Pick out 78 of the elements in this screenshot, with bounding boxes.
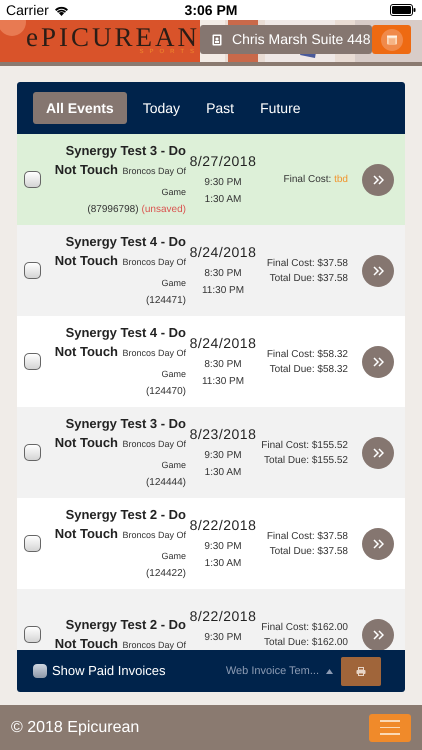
print-button[interactable] [341,656,381,686]
row-checkbox[interactable] [24,171,41,188]
start-time: 8:30 PM [204,267,242,281]
show-paid-label: Show Paid Invoices [52,662,166,680]
event-date: 8/23/2018 [190,425,256,444]
battery-icon [390,4,416,16]
start-time: 8:30 PM [204,358,242,372]
calendar-button[interactable] [372,25,411,54]
filter-tab[interactable]: Today [132,92,190,124]
caret-icon [326,668,333,674]
row-checkbox[interactable] [24,353,41,370]
cost-line: Final Cost: $162.00 [261,620,348,634]
cost-line: Final Cost: $37.58 [266,530,348,544]
event-number: (87996798) [87,203,139,217]
open-event-button[interactable] [362,436,394,468]
open-event-button[interactable] [362,528,394,560]
event-number: (124470) [146,385,186,399]
event-heading: Synergy Test 3 - Do Not Touch Broncos Day Of Game [54,415,186,472]
open-event-button[interactable] [362,164,394,196]
end-time: 11:30 PM [202,284,244,298]
double-chevron-icon [372,448,384,458]
event-heading: Synergy Test 3 - Do Not Touch Broncos Day Of Game [54,142,186,199]
cost-line: Total Due: $37.58 [270,544,348,558]
row-checkbox[interactable] [24,444,41,461]
double-chevron-icon [372,174,384,184]
filter-tab[interactable]: Past [196,92,244,124]
open-event-button[interactable] [362,346,394,378]
event-date: 8/24/2018 [190,334,256,353]
open-event-button[interactable] [362,254,394,286]
wifi-icon [54,4,69,16]
show-paid-checkbox[interactable] [33,664,47,678]
cost-line: Total Due: $58.32 [270,362,348,376]
event-heading: Synergy Test 2 - Do Not Touch Broncos Day Of Game [54,506,186,563]
filter-tab[interactable]: All Events [33,92,127,124]
template-select[interactable]: Web Invoice Tem... [226,662,333,680]
double-chevron-icon [372,630,384,640]
cost-line: Final Cost: $37.58 [266,256,348,270]
event-number: (124422) [146,567,186,581]
printer-icon [356,666,366,676]
start-time: 9:30 PM [204,540,242,554]
clock-label: 3:06 PM [184,0,238,20]
event-date: 8/27/2018 [190,152,256,171]
end-time: 1:30 AM [204,557,242,571]
end-time: 1:30 AM [204,466,242,480]
cost-line: Total Due: $155.52 [264,454,348,468]
start-time: 9:30 PM [204,176,242,190]
start-time: 9:30 PM [204,449,242,463]
event-number: (124444) [146,476,186,490]
event-row[interactable]: Synergy Test 2 - Do Not Touch Broncos Day Of 8/22/2018 9:30 PM Final Cost: $162.00 Total Due: $162.00 [17,589,405,650]
event-heading: Synergy Test 4 - Do Not Touch Broncos Day Of Game [54,233,186,290]
row-checkbox[interactable] [24,626,41,643]
carrier-label: Carrier [6,0,49,20]
event-heading: Synergy Test 4 - Do Not Touch Broncos Day Of Game [54,324,186,381]
double-chevron-icon [372,266,384,276]
double-chevron-icon [372,356,384,366]
badge-icon [212,34,222,46]
cost-line: Total Due: $162.00 [264,636,348,650]
row-checkbox[interactable] [24,262,41,279]
cost-line: Final Cost: $155.52 [261,438,348,452]
cost-line: Total Due: $37.58 [270,272,348,286]
cost-line: Final Cost: tbd [284,173,348,187]
event-date: 8/22/2018 [190,607,256,626]
double-chevron-icon [372,538,384,548]
event-date: 8/24/2018 [190,243,256,262]
start-time: 9:30 PM [204,631,242,645]
suite-button[interactable]: Chris Marsh Suite 448 [200,25,372,54]
copyright-text: © 2018 Epicurean [11,718,140,738]
menu-button[interactable] [369,714,411,742]
open-event-button[interactable] [362,618,394,650]
end-time: 1:30 AM [204,193,242,207]
event-date: 8/22/2018 [190,516,256,535]
filter-tab[interactable]: Future [250,92,311,124]
end-time: 11:30 PM [202,375,244,389]
event-heading: Synergy Test 2 - Do Not Touch Broncos Day Of [54,616,186,650]
unsaved-label: (unsaved) [142,203,186,217]
event-number: (124471) [146,294,186,308]
row-checkbox[interactable] [24,535,41,552]
cost-line: Final Cost: $58.32 [266,348,348,362]
